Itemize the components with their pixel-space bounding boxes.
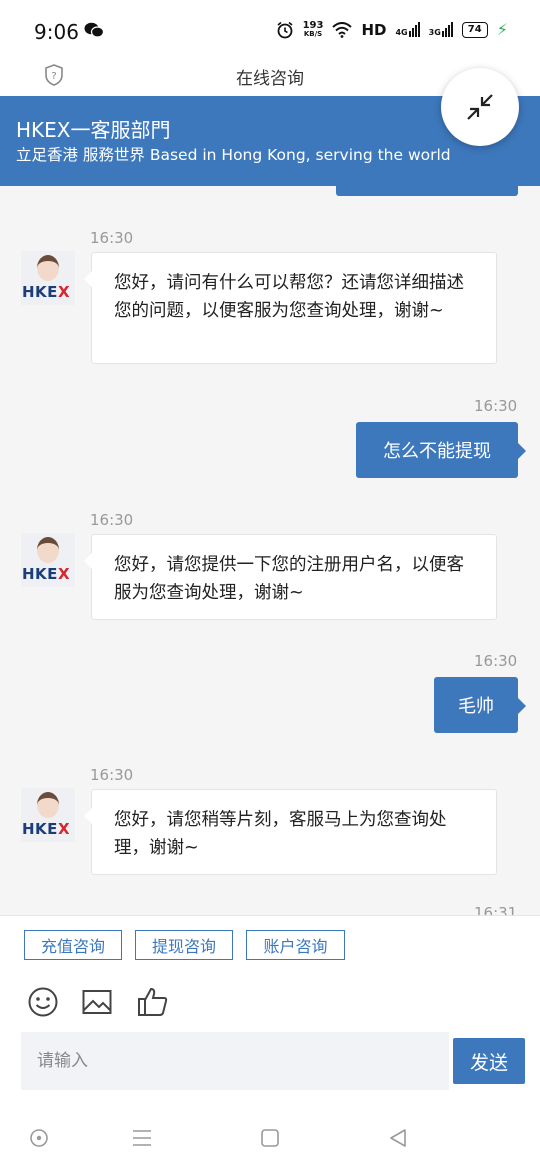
message-time: 16:31 [474, 904, 518, 915]
avatar-brand-x: X [57, 820, 71, 838]
quick-reply-account[interactable]: 账户咨询 [246, 930, 345, 960]
banner-subtitle: 立足香港 服務世界 Based in Hong Kong, serving th… [16, 146, 451, 164]
user-message-bubble: 怎么不能提现 [356, 422, 526, 478]
avatar-brand-text: HKE [22, 565, 58, 583]
banner-bottom-edge [336, 186, 518, 196]
signal-2-icon: 3G [429, 22, 453, 37]
net-speed-value: 193 [302, 19, 324, 31]
alarm-icon [277, 21, 293, 38]
net-speed: 193 KB/S [302, 19, 324, 39]
charging-icon: ⚡ [496, 20, 508, 39]
nav-back-icon[interactable] [387, 1127, 409, 1149]
agent-message-bubble: 您好，请问有什么可以帮您？还请您详细描述您的问题，以便客服为您查询处理，谢谢~ [84, 252, 497, 364]
signal-2-label: 3G [428, 28, 441, 37]
system-nav-bar [0, 1104, 540, 1170]
nav-recent-icon[interactable] [259, 1127, 281, 1149]
signal-icon: 4G [395, 22, 420, 37]
user-message-bubble: 毛帅 [434, 677, 526, 733]
composer-panel: 充值咨询 提现咨询 账户咨询 发送 [0, 915, 540, 1104]
wechat-icon [84, 22, 104, 38]
collapse-icon [467, 94, 493, 120]
hd-label: HD [361, 20, 387, 39]
quick-reply-recharge[interactable]: 充值咨询 [24, 930, 122, 960]
quick-reply-withdraw[interactable]: 提现咨询 [135, 930, 233, 960]
status-time: 9:06 [34, 20, 79, 44]
message-time: 16:30 [90, 511, 134, 529]
avatar-brand-x: X [57, 565, 71, 583]
message-time: 16:30 [90, 229, 134, 247]
agent-avatar[interactable]: HKEX [21, 788, 75, 842]
banner-title: HKEX一客服部門 [16, 118, 171, 142]
wifi-icon [332, 21, 353, 38]
avatar-brand-text: HKE [22, 820, 58, 838]
agent-avatar[interactable]: HKEX [21, 251, 75, 305]
avatar-brand-text: HKE [22, 283, 58, 301]
agent-avatar[interactable]: HKEX [21, 533, 75, 587]
collapse-button[interactable] [441, 68, 519, 146]
thumbs-up-icon[interactable] [137, 986, 169, 1018]
message-input[interactable] [21, 1032, 449, 1090]
message-time: 16:30 [90, 766, 134, 784]
battery-icon: 74 [461, 21, 488, 38]
nav-menu-icon[interactable] [131, 1127, 153, 1149]
image-icon[interactable] [82, 986, 112, 1018]
signal-1-label: 4G [395, 28, 408, 37]
status-bar: 9:06 193 KB/S HD 4G 3G 74 ⚡ [0, 0, 540, 60]
status-icons: 193 KB/S HD 4G 3G 74 ⚡ [276, 20, 508, 39]
emoji-icon[interactable] [27, 986, 59, 1018]
avatar-brand-x: X [57, 283, 71, 301]
send-button[interactable]: 发送 [453, 1038, 525, 1084]
message-time: 16:30 [474, 397, 518, 415]
battery-level: 74 [467, 24, 482, 35]
agent-message-bubble: 您好，请您稍等片刻，客服马上为您查询处理，谢谢~ [84, 789, 497, 875]
agent-message-bubble: 您好，请您提供一下您的注册用户名，以便客服为您查询处理，谢谢~ [84, 534, 497, 620]
message-time: 16:30 [474, 652, 518, 670]
nav-home-icon[interactable] [28, 1127, 50, 1149]
net-speed-unit: KB/S [303, 29, 323, 38]
